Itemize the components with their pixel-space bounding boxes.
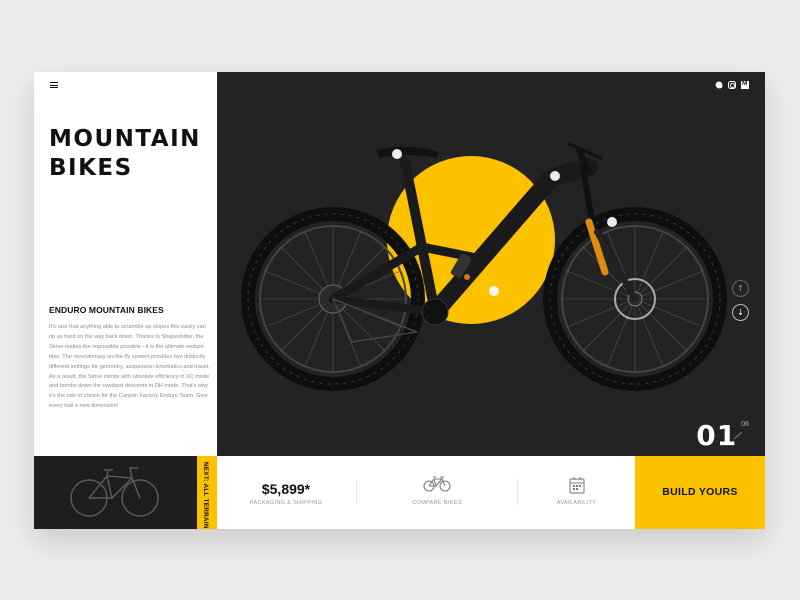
- slide-counter: 01 06: [696, 419, 749, 452]
- product-subtitle: ENDURO MOUNTAIN BIKES: [49, 305, 164, 315]
- availability-label: AVAILABILITY: [556, 500, 597, 506]
- hero-panel: ↑ ↓ 0106: [217, 72, 765, 456]
- price-block: $5,899* PACKAGING & SHIPPING: [217, 456, 355, 529]
- page-title: MOUNTAIN BIKES: [49, 125, 219, 183]
- arrow-up-icon[interactable]: ↑: [732, 280, 749, 297]
- next-terrain-tab[interactable]: NEXT: ALL TERRAIN: [197, 456, 217, 529]
- availability-button[interactable]: AVAILABILITY: [518, 456, 635, 529]
- next-bike-thumbnail[interactable]: [34, 456, 197, 529]
- social-links: [715, 80, 749, 89]
- bicycle-icon: [423, 476, 451, 492]
- build-yours-button[interactable]: BUILD YOURS: [635, 456, 765, 529]
- calendar-icon: [569, 477, 584, 494]
- product-description: It's rare that anything able to scramble…: [49, 324, 210, 410]
- medium-icon[interactable]: [741, 80, 749, 89]
- product-card: MOUNTAIN BIKES ENDURO MOUNTAIN BIKES It'…: [34, 72, 765, 529]
- title-line-2: BIKES: [49, 155, 133, 181]
- title-line-1: MOUNTAIN: [49, 126, 201, 152]
- instagram-icon[interactable]: [728, 81, 736, 89]
- road-bike-image: [70, 467, 159, 517]
- twitter-icon[interactable]: [715, 81, 723, 89]
- next-label: NEXT: ALL TERRAIN: [202, 462, 209, 529]
- compare-bikes-button[interactable]: COMPARE BIKES: [357, 456, 517, 529]
- price-subtext: PACKAGING & SHIPPING: [249, 500, 323, 506]
- slide-current: 01: [696, 419, 738, 452]
- slide-total: 06: [741, 421, 749, 428]
- arrow-down-icon[interactable]: ↓: [732, 304, 749, 321]
- menu-icon[interactable]: [50, 82, 58, 88]
- price: $5,899*: [261, 481, 311, 497]
- bike-image: [241, 142, 727, 391]
- compare-label: COMPARE BIKES: [412, 500, 462, 506]
